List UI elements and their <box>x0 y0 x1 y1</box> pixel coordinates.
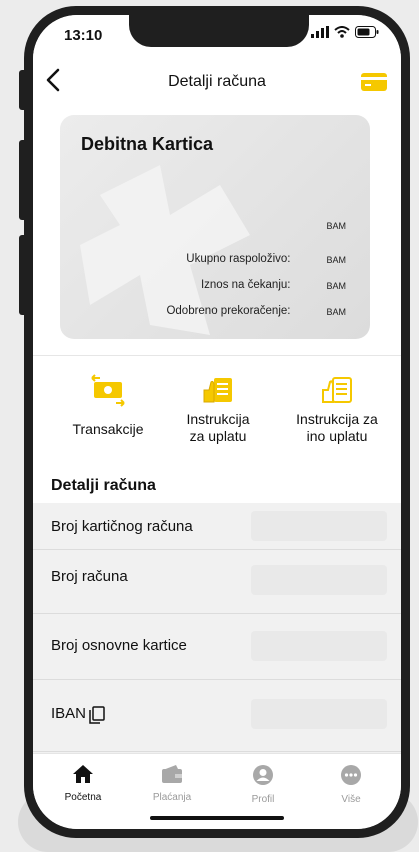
tab-bar: Početna Plaćanja Profil Više <box>33 753 401 829</box>
detail-value <box>251 511 387 541</box>
card-section: Debitna Kartica BAM Ukupno raspoloživo: … <box>33 111 401 355</box>
money-transfer-icon <box>91 374 125 407</box>
status-time: 13:10 <box>64 27 103 44</box>
payment-instruction-button[interactable]: Instrukcija za uplatu <box>173 374 263 445</box>
home-icon <box>73 765 93 783</box>
card-row-currency: BAM <box>326 281 346 291</box>
detail-row-account-number[interactable]: Broj računa <box>33 549 401 614</box>
tab-payments[interactable]: Plaćanja <box>137 764 207 803</box>
card-row-currency: BAM <box>326 307 346 317</box>
card-row-currency: BAM <box>326 255 346 265</box>
card-row-label: Ukupno raspoloživo: <box>186 253 291 265</box>
foreign-payment-instruction-button[interactable]: Instrukcija za ino uplatu <box>285 374 389 445</box>
detail-label: IBAN <box>51 705 87 722</box>
detail-row-card-account[interactable]: Broj kartičnog računa <box>33 503 401 550</box>
copy-icon[interactable] <box>89 706 105 724</box>
tab-label: Više <box>341 794 361 805</box>
detail-value <box>251 565 387 595</box>
detail-label: Broj računa <box>51 568 128 585</box>
status-icons <box>311 26 379 38</box>
tab-label: Početna <box>64 792 102 803</box>
wifi-icon <box>334 26 350 38</box>
detail-row-main-card[interactable]: Broj osnovne kartice <box>33 613 401 680</box>
wallet-icon <box>162 765 182 783</box>
notch <box>129 15 309 47</box>
detail-label: Broj osnovne kartice <box>51 637 187 654</box>
quick-actions: Transakcije Instrukcija za uplatu Instru… <box>33 355 401 466</box>
action-label: Transakcije <box>72 421 144 437</box>
card-row-pending: Iznos na čekanju: BAM <box>201 279 346 291</box>
more-icon <box>341 765 361 785</box>
page-title: Detalji računa <box>168 73 266 90</box>
home-indicator <box>150 816 284 820</box>
details-section-header: Detalji računa <box>33 465 401 503</box>
section-title: Detalji računa <box>51 477 156 494</box>
profile-icon <box>253 765 273 785</box>
detail-value <box>251 631 387 661</box>
action-label-line1: Instrukcija <box>186 411 250 427</box>
nav-bar: Detalji računa <box>33 53 401 111</box>
credit-card-icon[interactable] <box>361 73 387 91</box>
signal-icon <box>311 26 329 38</box>
card-top-currency: BAM <box>326 221 346 231</box>
tab-label: Plaćanja <box>152 792 192 803</box>
instruction-icon <box>322 377 352 403</box>
card-row-overdraft: Odobreno prekoračenje: BAM <box>166 305 346 317</box>
transactions-button[interactable]: Transakcije <box>63 374 153 438</box>
action-label-line2: za uplatu <box>189 428 247 444</box>
action-label-line2: ino uplatu <box>306 428 368 444</box>
instruction-icon <box>203 378 232 403</box>
card-row-label: Iznos na čekanju: <box>200 279 291 291</box>
detail-row-iban[interactable]: IBAN <box>33 679 401 752</box>
detail-label: Broj kartičnog računa <box>51 518 193 535</box>
tab-home[interactable]: Početna <box>48 764 118 803</box>
card-title: Debitna Kartica <box>81 134 214 154</box>
card-row-label: Odobreno prekoračenje: <box>166 305 291 317</box>
battery-icon <box>355 26 379 38</box>
tab-more[interactable]: Više <box>316 764 386 805</box>
tab-profile[interactable]: Profil <box>228 764 298 805</box>
card-row-available: Ukupno raspoloživo: BAM <box>186 253 346 265</box>
detail-value <box>251 699 387 729</box>
app-screen: 13:10 Detalji računa Debitna Kartica BAM… <box>33 15 401 829</box>
tab-label: Profil <box>251 794 275 805</box>
details-list: Broj kartičnog računa Broj računa Broj o… <box>33 503 401 753</box>
action-label-line1: Instrukcija za <box>296 411 378 427</box>
debit-card[interactable]: Debitna Kartica BAM Ukupno raspoloživo: … <box>60 115 370 339</box>
